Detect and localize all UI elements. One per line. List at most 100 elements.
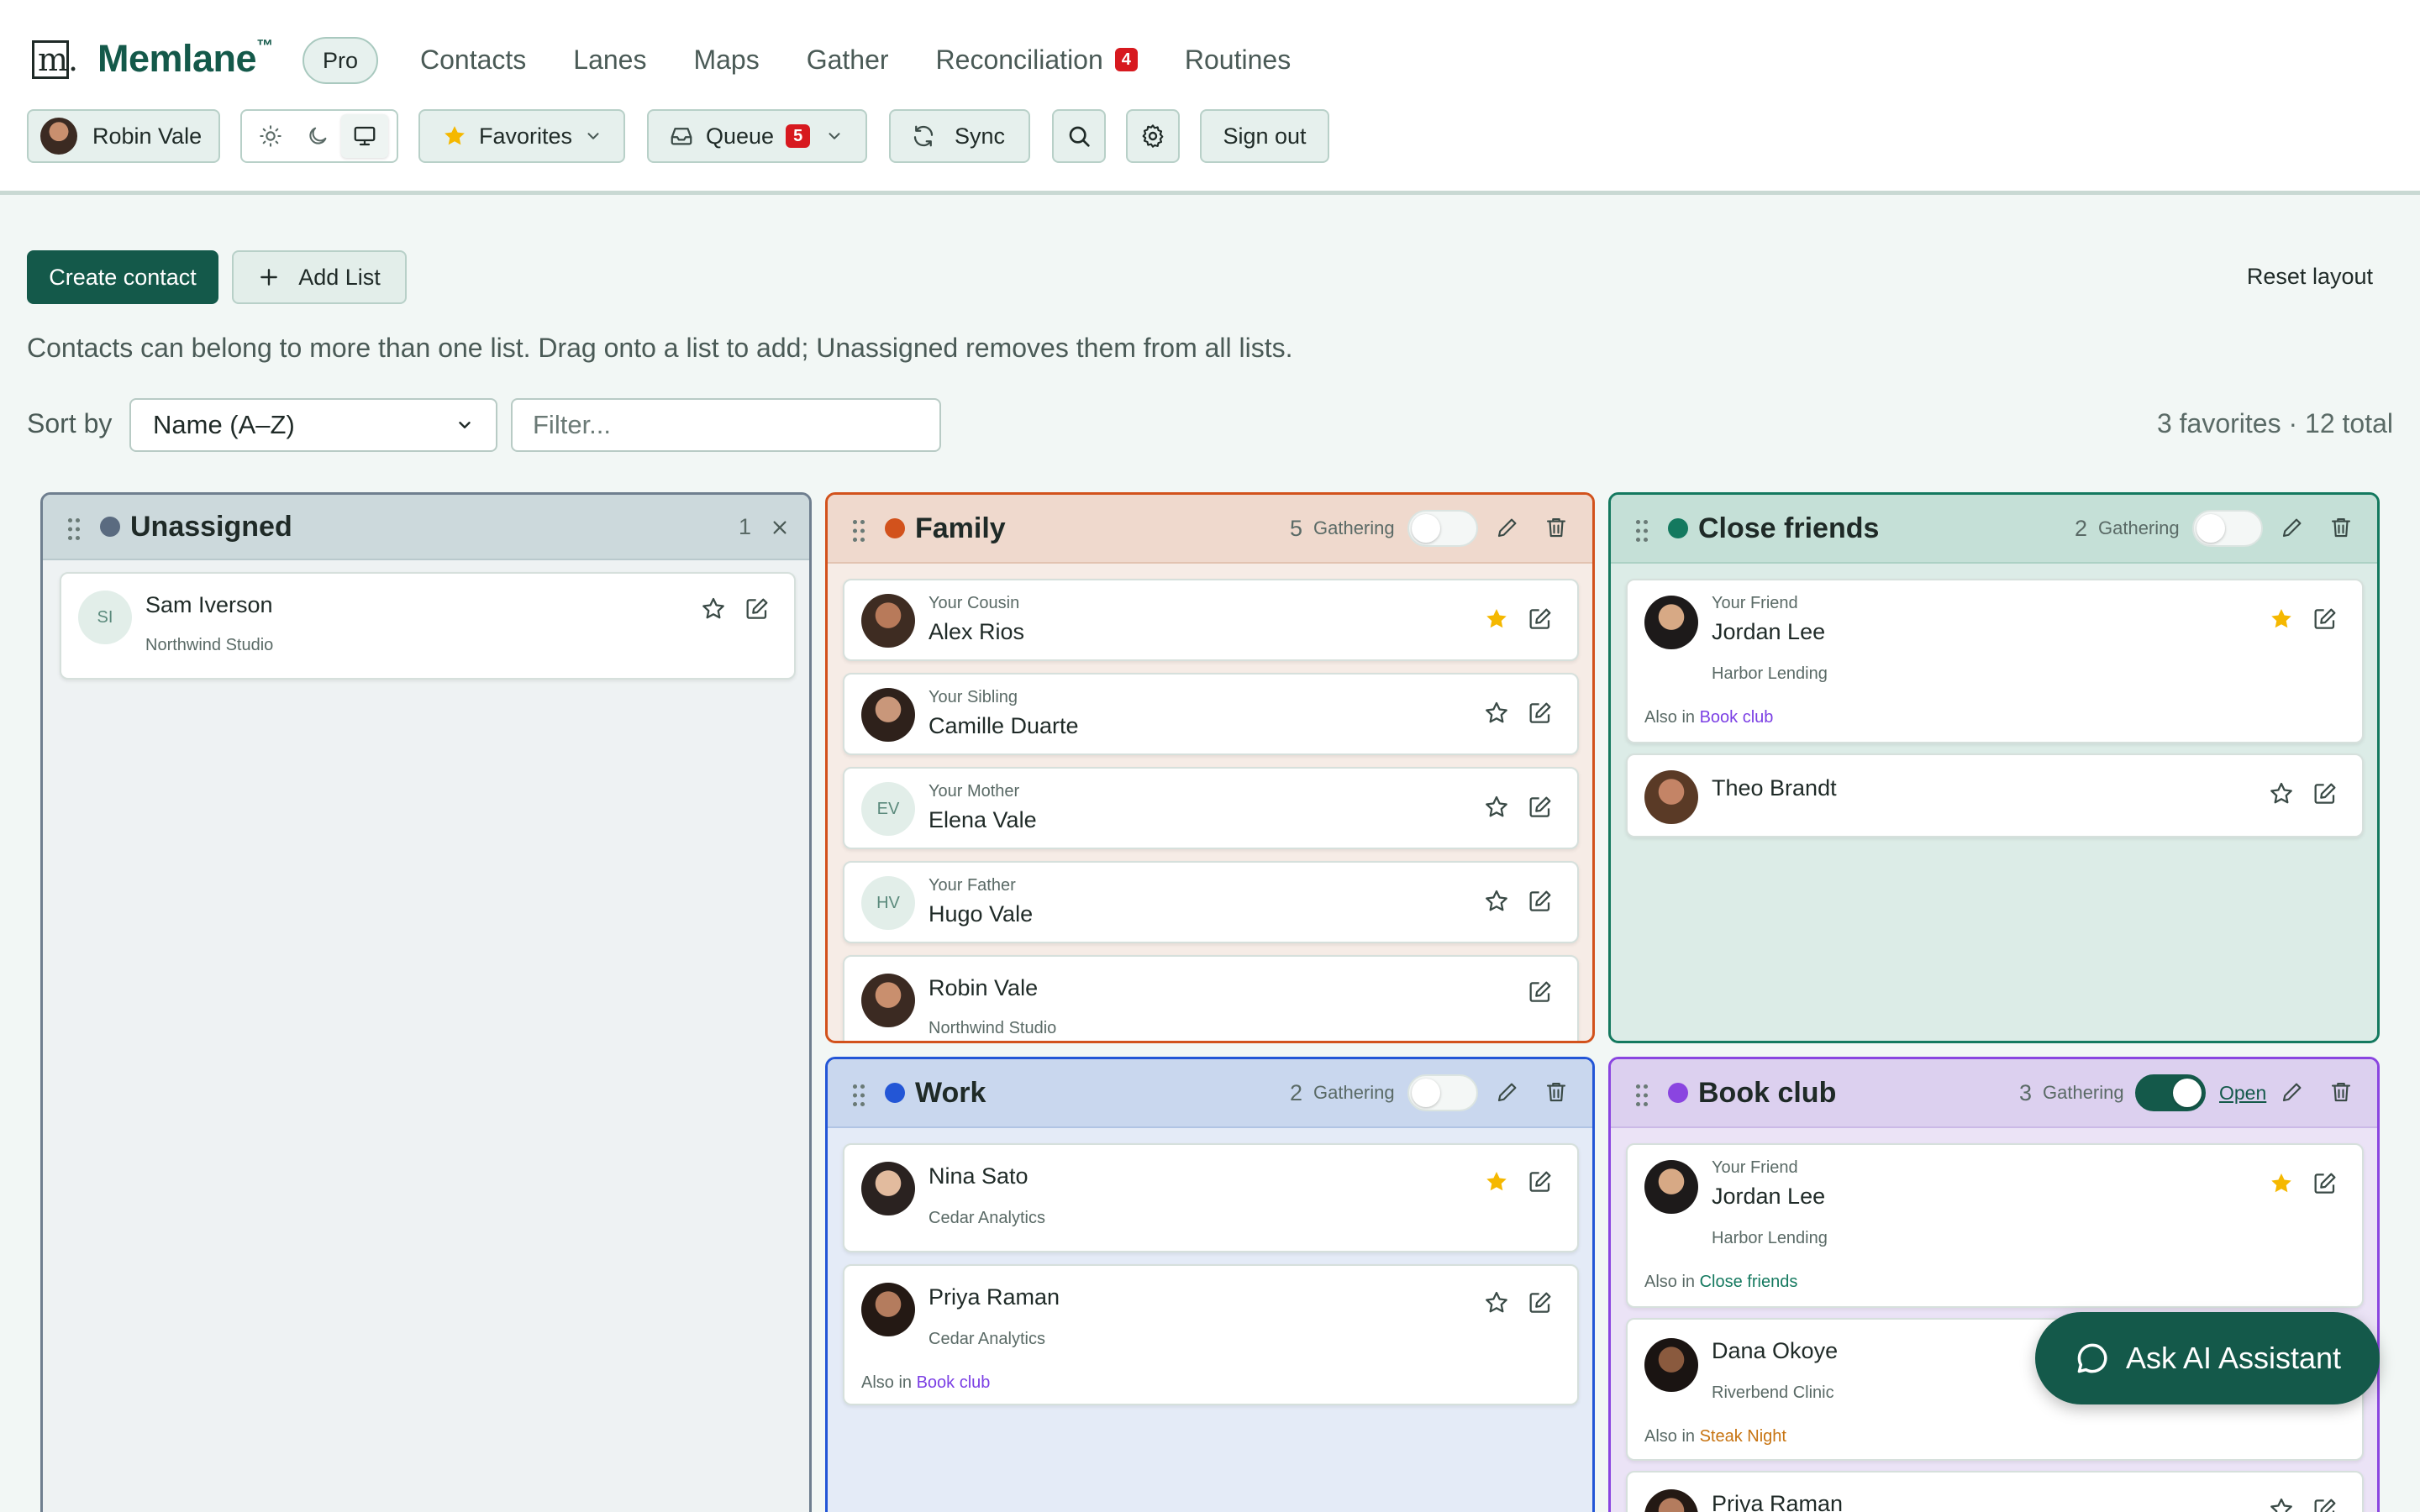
ask-ai-assistant-button[interactable]: Ask AI Assistant	[2035, 1312, 2380, 1404]
nav-lanes-label: Lanes	[573, 45, 647, 75]
sign-out-button[interactable]: Sign out	[1200, 109, 1329, 163]
contact-card[interactable]: HV Your Father Hugo Vale	[843, 861, 1579, 943]
nav-maps[interactable]: Maps	[693, 40, 759, 79]
contact-card[interactable]: SI Sam Iverson Northwind Studio	[60, 572, 796, 680]
close-icon[interactable]	[771, 518, 789, 537]
nav-contacts[interactable]: Contacts	[420, 40, 526, 79]
lane-count: 1	[739, 513, 752, 539]
contact-card[interactable]: Robin Vale Northwind Studio	[843, 955, 1579, 1041]
also-in-link[interactable]: Book club	[1700, 708, 1774, 727]
monitor-icon	[354, 126, 376, 146]
contact-card[interactable]: Your Friend Jordan Lee Harbor Lending Al…	[1626, 579, 2364, 743]
star-outline-icon[interactable]	[1483, 888, 1510, 915]
favorites-button[interactable]: Favorites	[418, 109, 625, 163]
drag-handle-icon[interactable]	[1634, 1083, 1649, 1108]
user-menu-button[interactable]: Robin Vale	[27, 109, 220, 163]
sort-select[interactable]: Name (A–Z)	[129, 398, 497, 452]
contact-card[interactable]: Priya Raman	[1626, 1471, 2364, 1512]
star-outline-icon[interactable]	[1483, 794, 1510, 821]
contact-card[interactable]: Your Friend Jordan Lee Harbor Lending Al…	[1626, 1143, 2364, 1308]
star-filled-icon[interactable]	[1483, 1168, 1510, 1195]
theme-light-button[interactable]	[247, 114, 294, 158]
pencil-icon[interactable]	[1495, 1079, 1520, 1105]
contact-name: Priya Raman	[1712, 1491, 1844, 1512]
pencil-icon[interactable]	[2280, 1079, 2305, 1105]
contact-card[interactable]: Nina Sato Cedar Analytics	[843, 1143, 1579, 1252]
brand-name[interactable]: Memlane™	[97, 37, 273, 81]
edit-icon[interactable]	[1527, 1168, 1554, 1195]
contact-card[interactable]: EV Your Mother Elena Vale	[843, 767, 1579, 849]
edit-icon[interactable]	[2312, 780, 2338, 807]
edit-icon[interactable]	[1527, 794, 1554, 821]
add-list-button[interactable]: Add List	[232, 250, 407, 304]
trash-icon[interactable]	[2328, 1079, 2354, 1105]
drag-handle-icon[interactable]	[1634, 518, 1649, 543]
nav-gather[interactable]: Gather	[807, 40, 889, 79]
settings-button[interactable]	[1126, 109, 1180, 163]
search-button[interactable]	[1052, 109, 1106, 163]
star-outline-icon[interactable]	[700, 596, 727, 622]
star-filled-icon[interactable]	[2268, 606, 2295, 633]
favorites-label: Favorites	[479, 123, 573, 149]
edit-icon[interactable]	[1527, 606, 1554, 633]
contact-org: Cedar Analytics	[929, 1209, 1045, 1227]
also-in-link[interactable]: Close friends	[1700, 1273, 1798, 1291]
drag-handle-icon[interactable]	[851, 518, 866, 543]
nav-lanes[interactable]: Lanes	[573, 40, 646, 79]
edit-icon[interactable]	[1527, 700, 1554, 727]
also-in-link[interactable]: Book club	[917, 1373, 991, 1392]
user-avatar	[40, 118, 77, 155]
contact-name: Alex Rios	[929, 619, 1025, 644]
star-outline-icon[interactable]	[1483, 700, 1510, 727]
create-contact-button[interactable]: Create contact	[27, 250, 218, 304]
open-gathering-link[interactable]: Open	[2219, 1082, 2266, 1105]
star-outline-icon[interactable]	[2268, 780, 2295, 807]
nav-reconciliation-label: Reconciliation	[935, 45, 1103, 75]
chevron-down-icon	[587, 133, 599, 139]
star-outline-icon[interactable]	[1483, 1289, 1510, 1316]
contact-avatar	[1644, 1160, 1698, 1214]
edit-icon[interactable]	[1527, 888, 1554, 915]
gathering-toggle[interactable]	[1407, 510, 1478, 547]
sign-out-label: Sign out	[1223, 123, 1307, 149]
drag-handle-icon[interactable]	[66, 517, 82, 542]
gathering-toggle[interactable]	[1407, 1074, 1478, 1111]
star-filled-icon[interactable]	[1483, 606, 1510, 633]
brand-name-text: Memlane	[97, 37, 257, 80]
gathering-toggle[interactable]	[2135, 1074, 2206, 1111]
edit-icon[interactable]	[2312, 1170, 2338, 1197]
contact-card[interactable]: Your Sibling Camille Duarte	[843, 673, 1579, 755]
trash-icon[interactable]	[1544, 515, 1569, 540]
sync-button[interactable]: Sync	[889, 109, 1030, 163]
queue-button[interactable]: Queue 5	[647, 109, 867, 163]
contact-card[interactable]: Theo Brandt	[1626, 753, 2364, 837]
edit-icon[interactable]	[1527, 1289, 1554, 1316]
contact-card[interactable]: Priya Raman Cedar Analytics Also in Book…	[843, 1264, 1579, 1405]
also-in-link[interactable]: Steak Night	[1700, 1427, 1786, 1446]
drag-handle-icon[interactable]	[851, 1083, 866, 1108]
lane-count: 2	[1290, 1079, 1303, 1105]
edit-icon[interactable]	[1527, 979, 1554, 1005]
filter-input[interactable]	[511, 398, 941, 452]
star-filled-icon[interactable]	[2268, 1170, 2295, 1197]
contact-org: Riverbend Clinic	[1712, 1383, 1834, 1402]
contact-card[interactable]: Your Cousin Alex Rios	[843, 579, 1579, 661]
nav-routines[interactable]: Routines	[1185, 40, 1291, 79]
pencil-icon[interactable]	[1495, 515, 1520, 540]
trash-icon[interactable]	[1544, 1079, 1569, 1105]
queue-label: Queue	[706, 123, 775, 149]
theme-dark-button[interactable]	[294, 114, 341, 158]
edit-icon[interactable]	[744, 596, 771, 622]
gathering-toggle[interactable]	[2192, 510, 2263, 547]
star-outline-icon[interactable]	[2268, 1496, 2295, 1512]
reset-layout-button[interactable]: Reset layout	[2247, 264, 2373, 290]
inbox-icon	[671, 128, 692, 145]
nav-reconciliation[interactable]: Reconciliation 4	[936, 40, 1138, 79]
theme-system-button[interactable]	[341, 114, 388, 158]
pencil-icon[interactable]	[2280, 515, 2305, 540]
edit-icon[interactable]	[2312, 606, 2338, 633]
edit-icon[interactable]	[2312, 1496, 2338, 1512]
gathering-label: Gathering	[1313, 1082, 1395, 1103]
trash-icon[interactable]	[2328, 515, 2354, 540]
logo-mark[interactable]: m.	[32, 40, 78, 79]
